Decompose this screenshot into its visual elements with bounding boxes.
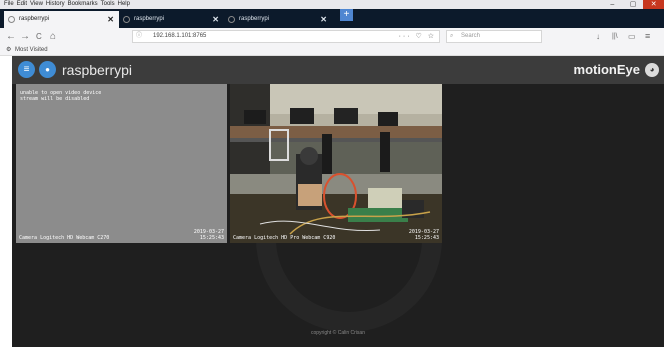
url-text[interactable]: 192.168.1.101:8765 <box>153 31 206 42</box>
brand-logo: motionEye <box>573 62 640 77</box>
maximize-button[interactable]: ▢ <box>623 0 644 9</box>
camera-frame-1[interactable]: unable to open video device stream will … <box>16 84 227 243</box>
minimize-button[interactable]: – <box>602 0 623 9</box>
favicon-icon <box>123 16 130 23</box>
close-tab-icon[interactable]: ✕ <box>212 11 219 28</box>
camera-frame-2[interactable]: Camera Logitech HD Pro Webcam C920 2019-… <box>230 84 442 243</box>
page-actions-icon[interactable]: ··· ♡ ☆ <box>399 31 436 42</box>
search-placeholder: Search <box>461 33 481 39</box>
tab-label: raspberrypi <box>19 16 50 22</box>
library-icon[interactable]: ||\ <box>612 28 618 45</box>
user-icon[interactable]: ● <box>39 61 56 78</box>
main-menu-button[interactable]: ≡ <box>18 61 35 78</box>
camera-name-overlay: Camera Logitech HD Webcam C270 <box>19 235 110 241</box>
camera-feed-image <box>230 84 442 243</box>
menu-bookmarks[interactable]: Bookmarks <box>68 0 98 9</box>
copyright-footer: copyright © Calin Crisan <box>311 330 365 336</box>
site-info-icon[interactable]: ⓘ <box>136 31 142 42</box>
close-tab-icon[interactable]: ✕ <box>320 11 327 28</box>
motioneye-page: ≡ ● raspberrypi motionEye ◕ unable to op… <box>12 56 664 347</box>
home-icon[interactable]: ⌂ <box>50 28 56 45</box>
favicon-icon <box>228 16 235 23</box>
favicon-icon <box>8 16 15 23</box>
bookmarks-toolbar: ⚙ Most Visited <box>0 45 664 56</box>
tab-raspberrypi-2[interactable]: raspberrypi ✕ <box>119 11 224 28</box>
menu-tools[interactable]: Tools <box>101 0 115 9</box>
tab-label: raspberrypi <box>239 16 270 22</box>
tab-raspberrypi-3[interactable]: raspberrypi ✕ <box>224 11 332 28</box>
sidebar-icon[interactable]: ▭ <box>628 28 636 45</box>
tab-raspberrypi-1[interactable]: raspberrypi ✕ <box>4 11 119 28</box>
menu-view[interactable]: View <box>30 0 43 9</box>
window-controls: – ▢ ✕ <box>602 0 664 9</box>
hamburger-menu-icon[interactable]: ≡ <box>645 28 650 45</box>
camera-name-overlay: Camera Logitech HD Pro Webcam C920 <box>233 235 336 241</box>
back-icon[interactable]: ← <box>6 28 16 45</box>
app-header: ≡ ● raspberrypi motionEye ◕ <box>12 56 664 84</box>
navigation-bar: ← → C ⌂ ⓘ 192.168.1.101:8765 ··· ♡ ☆ ⌕ S… <box>0 28 664 45</box>
menu-bar: File Edit View History Bookmarks Tools Help – … <box>0 0 664 9</box>
menu-help[interactable]: Help <box>118 0 130 9</box>
app-title: raspberrypi <box>62 62 133 78</box>
motioneye-logo-icon: ◕ <box>645 63 659 77</box>
close-window-button[interactable]: ✕ <box>643 0 664 9</box>
close-tab-icon[interactable]: ✕ <box>107 11 114 28</box>
gear-icon: ⚙ <box>6 47 12 53</box>
new-tab-button[interactable]: + <box>340 9 353 21</box>
search-icon: ⌕ <box>450 33 454 39</box>
address-bar[interactable]: ⓘ 192.168.1.101:8765 ··· ♡ ☆ <box>132 30 440 43</box>
camera-error-text: unable to open video device stream will … <box>20 90 102 102</box>
tab-bar: raspberrypi ✕ raspberrypi ✕ raspberrypi … <box>0 9 664 28</box>
menu-file[interactable]: File <box>4 0 14 9</box>
download-icon[interactable]: ↓ <box>596 28 600 45</box>
most-visited-link[interactable]: Most Visited <box>15 45 48 56</box>
tab-label: raspberrypi <box>134 16 165 22</box>
forward-icon[interactable]: → <box>20 28 30 45</box>
menu-edit[interactable]: Edit <box>17 0 27 9</box>
reload-icon[interactable]: C <box>36 28 42 45</box>
timestamp-overlay: 2019-03-27 15:25:43 <box>408 229 439 241</box>
search-input[interactable]: ⌕ Search <box>446 30 542 43</box>
timestamp-overlay: 2019-03-27 15:25:43 <box>193 229 224 241</box>
menu-history[interactable]: History <box>46 0 65 9</box>
